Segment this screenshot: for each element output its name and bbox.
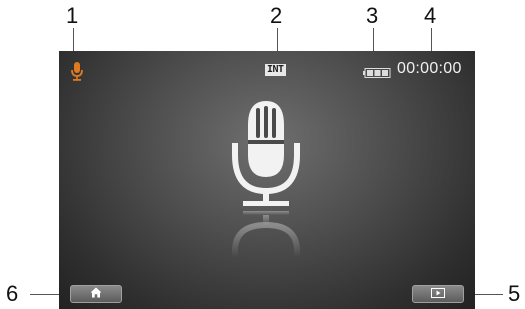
recording-timer: 00:00:00 xyxy=(397,60,462,77)
microphone-icon xyxy=(223,97,309,257)
callout-2: 2 xyxy=(270,3,283,28)
battery-icon xyxy=(363,65,391,78)
callout-1: 1 xyxy=(66,3,79,28)
storage-indicator: INT xyxy=(265,64,286,76)
callout-3: 3 xyxy=(366,3,379,28)
play-button[interactable] xyxy=(412,285,464,303)
home-icon xyxy=(90,285,102,303)
callout-6: 6 xyxy=(6,281,19,306)
play-icon xyxy=(431,285,445,303)
callout-5: 5 xyxy=(508,281,521,306)
callout-4: 4 xyxy=(424,3,437,28)
device-screen: INT 00:00:00 xyxy=(59,51,475,309)
home-button[interactable] xyxy=(70,285,122,303)
microphone-icon xyxy=(69,61,85,83)
